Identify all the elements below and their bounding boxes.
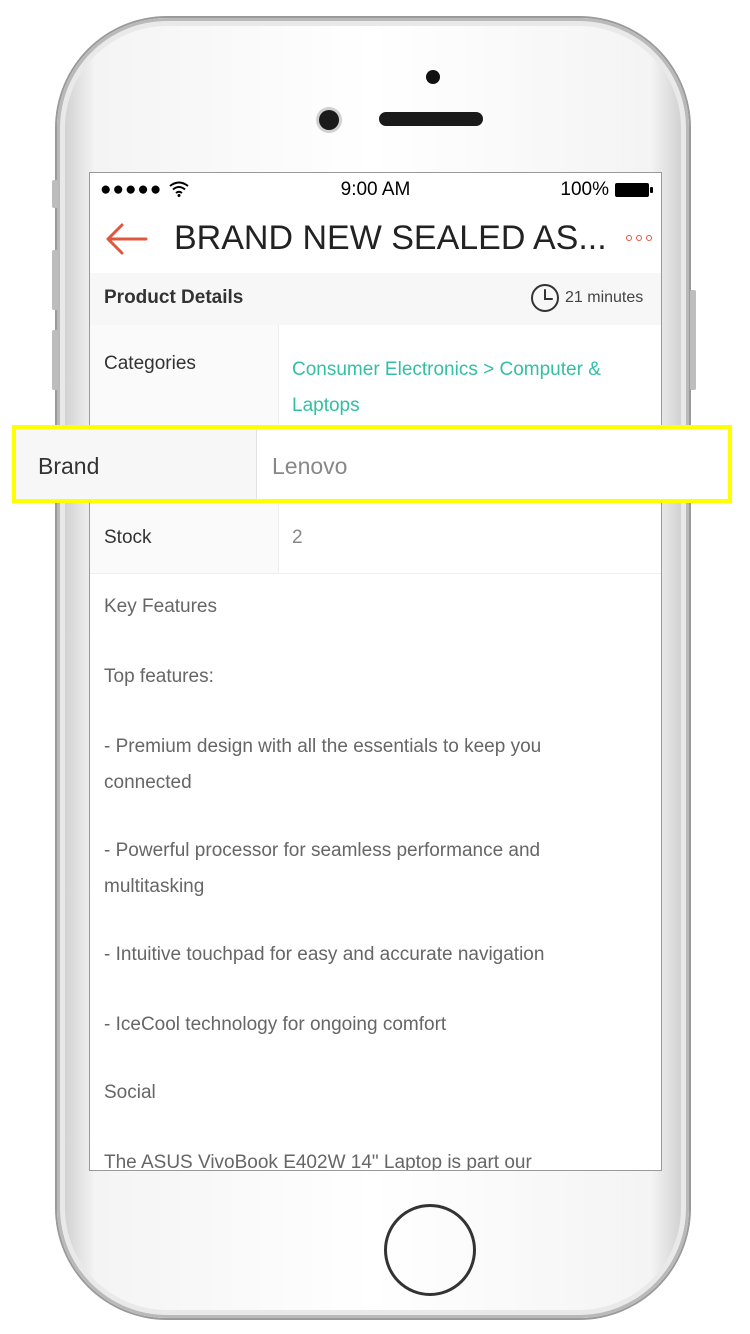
proximity-sensor bbox=[426, 70, 440, 84]
description-line: - Powerful processor for seamless perfor… bbox=[104, 840, 541, 861]
categories-line-2[interactable]: Laptops bbox=[292, 388, 661, 424]
volume-button-lower[interactable] bbox=[52, 330, 58, 390]
power-button[interactable] bbox=[690, 290, 696, 390]
battery-indicator: 100% bbox=[560, 179, 653, 201]
status-bar: ●●●●● 9:00 AM 100% bbox=[90, 173, 661, 207]
description-line: - IceCool technology for ongoing comfort bbox=[104, 1014, 447, 1035]
description-line: - Intuitive touchpad for easy and accura… bbox=[104, 944, 545, 965]
stock-value: 2 bbox=[292, 527, 303, 548]
categories-link[interactable]: Consumer Electronics > Computer & Laptop… bbox=[292, 352, 661, 424]
product-details-header: Product Details 21 minutes bbox=[90, 273, 661, 325]
clock-icon bbox=[531, 284, 559, 312]
stock-row: Stock 2 bbox=[90, 503, 661, 574]
brand-label: Brand bbox=[38, 453, 100, 479]
more-icon[interactable] bbox=[626, 235, 652, 241]
earpiece-speaker bbox=[379, 112, 483, 126]
description-line: Top features: bbox=[104, 666, 214, 687]
posted-time: 21 minutes bbox=[530, 283, 643, 313]
section-title: Product Details bbox=[104, 287, 244, 308]
categories-line-1[interactable]: Consumer Electronics > Computer & bbox=[292, 352, 661, 388]
description-line: - Premium design with all the essentials… bbox=[104, 736, 542, 757]
battery-percent: 100% bbox=[560, 179, 609, 200]
volume-up-button[interactable] bbox=[52, 180, 58, 208]
home-button[interactable] bbox=[384, 1204, 476, 1296]
brand-value: Lenovo bbox=[272, 453, 348, 479]
label-cell bbox=[90, 325, 279, 429]
brand-row-highlight[interactable]: Brand Lenovo bbox=[12, 425, 732, 503]
stock-label: Stock bbox=[104, 527, 152, 548]
app-screen: ●●●●● 9:00 AM 100% BRAND NEW SEALED AS..… bbox=[89, 172, 662, 1171]
description-line: multitasking bbox=[104, 876, 205, 897]
categories-row: Categories Consumer Electronics > Comput… bbox=[90, 325, 661, 430]
arrow-left-icon[interactable] bbox=[104, 221, 148, 257]
description-line: connected bbox=[104, 772, 192, 793]
description-line: Social bbox=[104, 1082, 156, 1103]
front-camera bbox=[319, 110, 339, 130]
timestamp-text: 21 minutes bbox=[565, 289, 644, 306]
volume-button-upper[interactable] bbox=[52, 250, 58, 310]
nav-bar: BRAND NEW SEALED AS... bbox=[90, 207, 661, 274]
categories-label: Categories bbox=[104, 353, 196, 374]
battery-icon bbox=[615, 183, 653, 197]
page-title: BRAND NEW SEALED AS... bbox=[174, 219, 607, 257]
description-line: The ASUS VivoBook E402W 14" Laptop is pa… bbox=[104, 1152, 532, 1171]
description-line: Key Features bbox=[104, 596, 217, 617]
